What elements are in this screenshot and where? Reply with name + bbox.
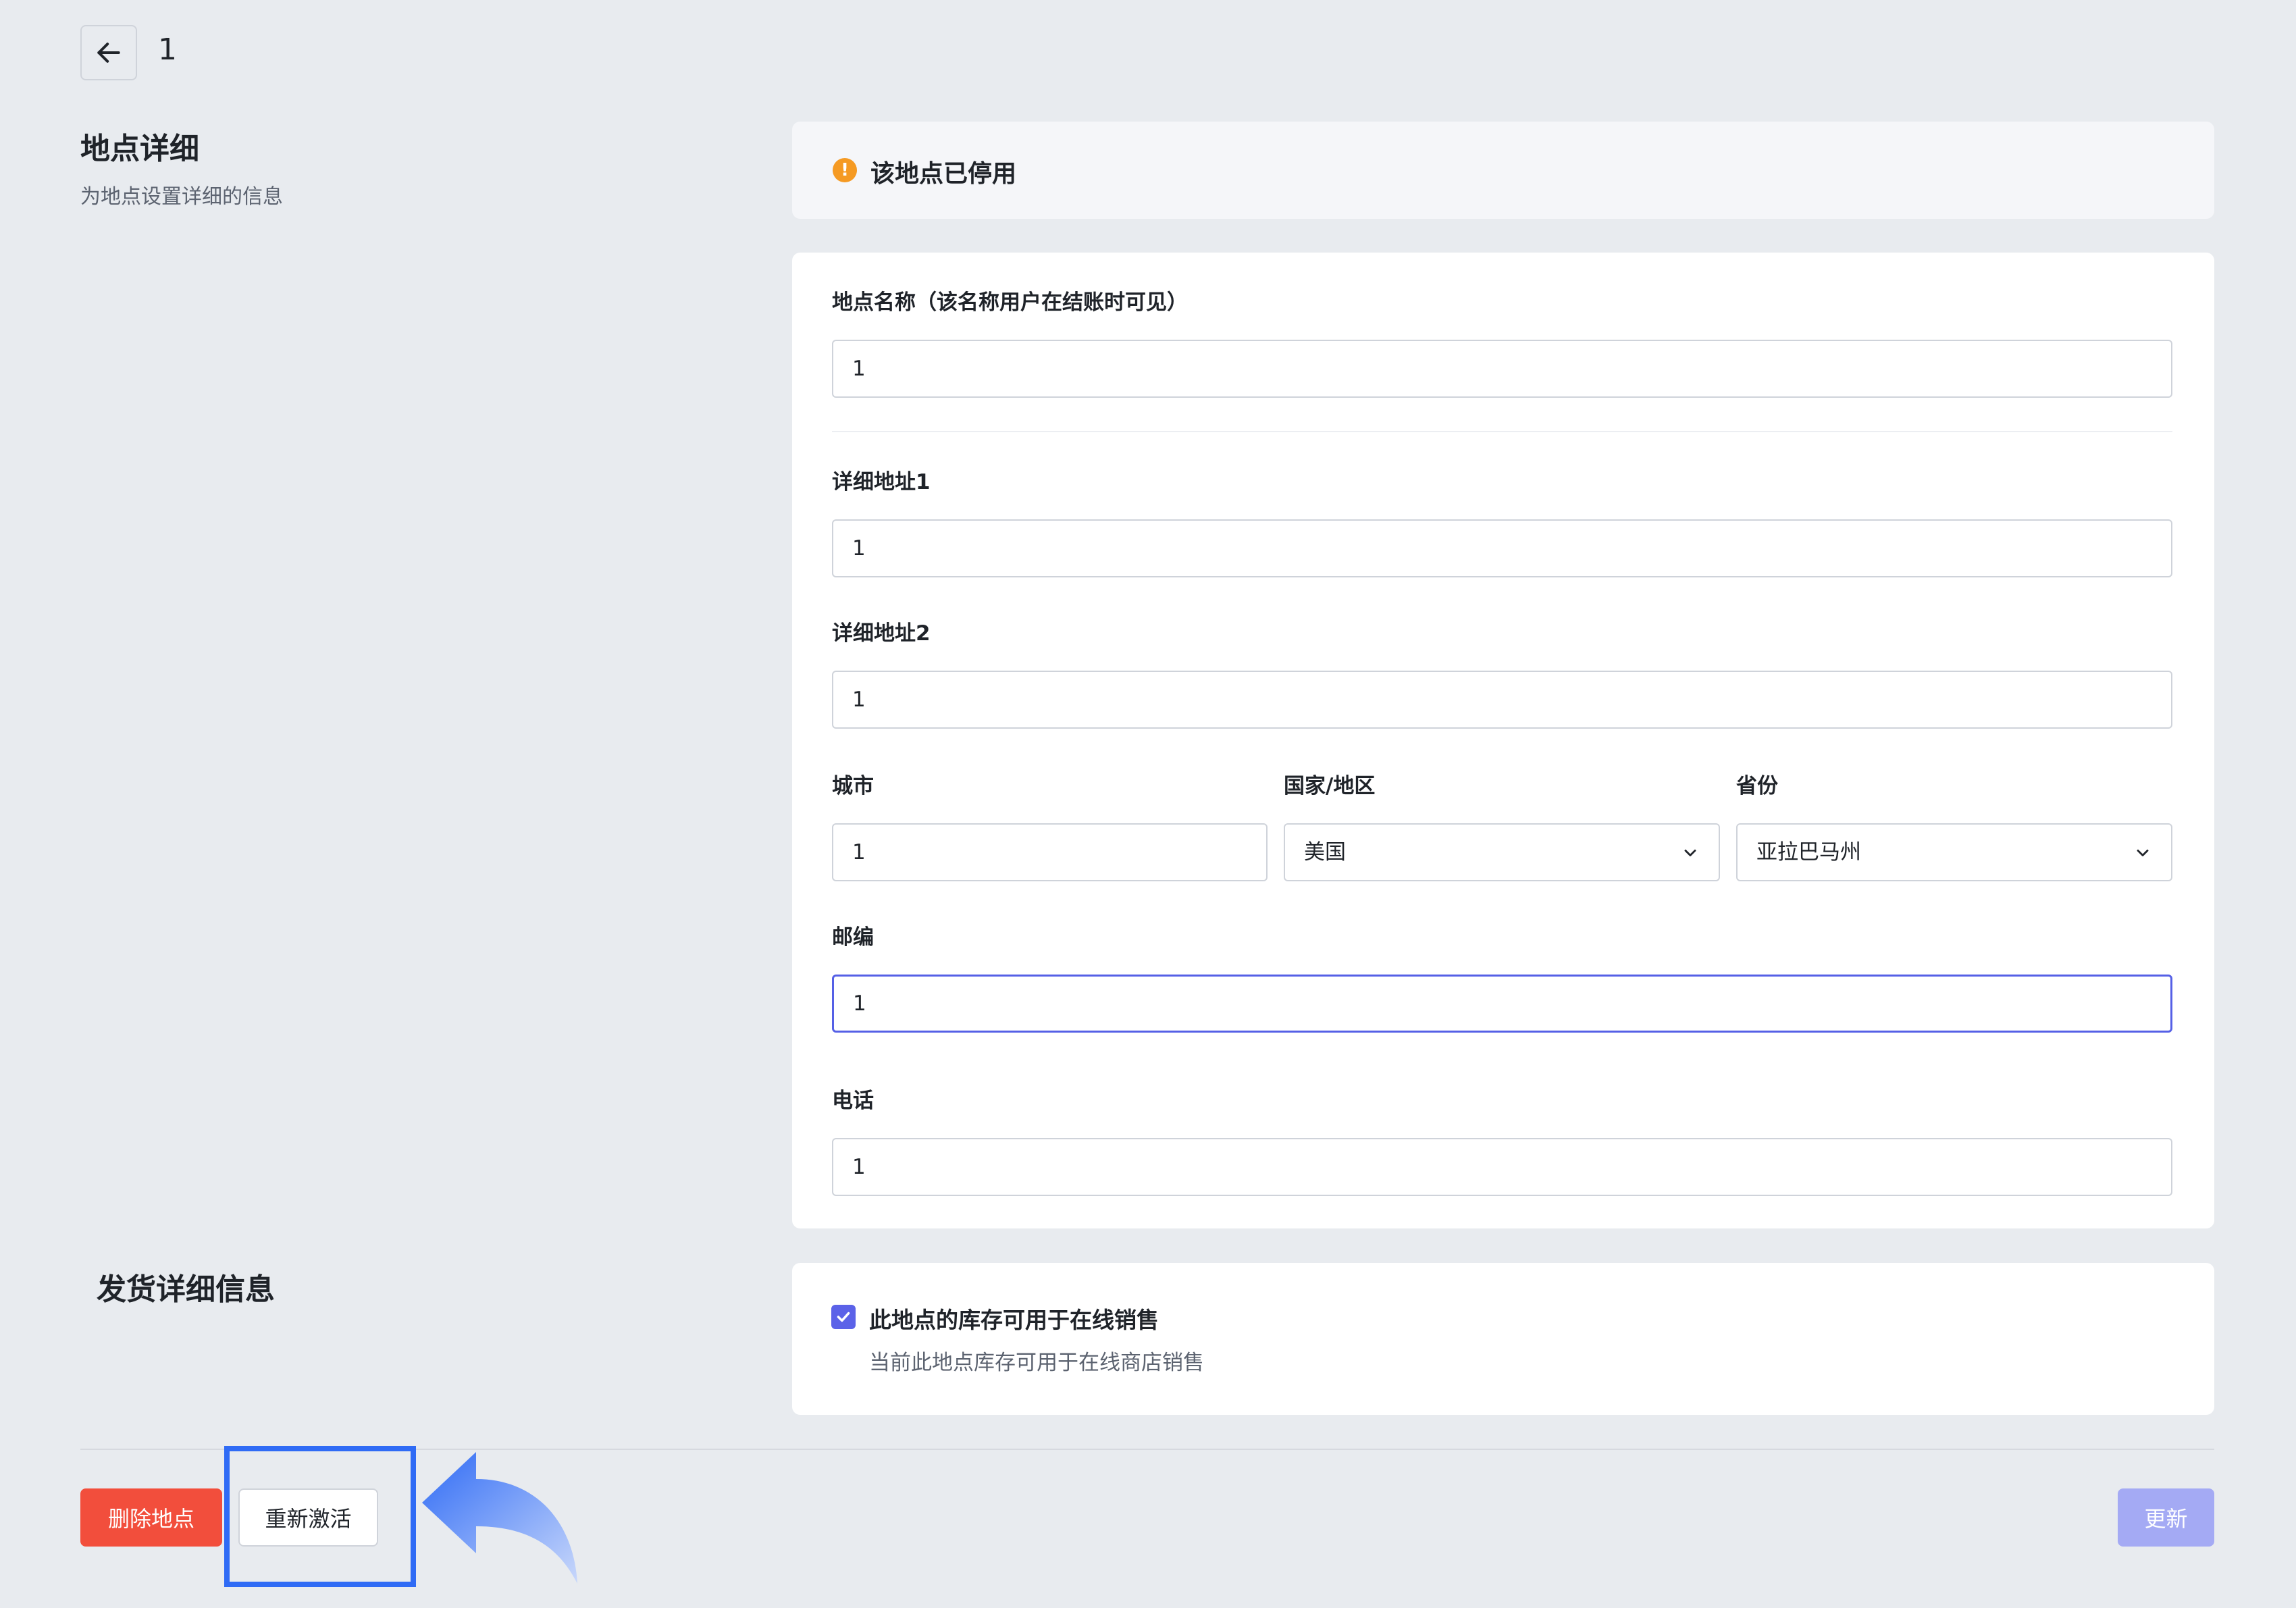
phone-label: 电话 <box>832 1089 874 1113</box>
address2-input[interactable]: 1 <box>832 671 2172 729</box>
location-detail-page: 1 地点详细 为地点设置详细的信息 发货详细信息 ! 该地点已停用 地点名称（该… <box>0 0 2296 1608</box>
deactivated-banner: ! 该地点已停用 <box>792 122 2214 219</box>
chevron-down-icon <box>2137 850 2149 856</box>
shipping-section-title: 发货详细信息 <box>97 1272 275 1307</box>
province-value: 亚拉巴马州 <box>1756 840 1861 864</box>
shipping-card: 此地点的库存可用于在线销售 当前此地点库存可用于在线商店销售 <box>792 1263 2214 1415</box>
city-label: 城市 <box>832 774 874 798</box>
address1-label: 详细地址1 <box>832 470 931 494</box>
banner-text: 该地点已停用 <box>870 160 1017 188</box>
page-title: 1 <box>158 32 177 67</box>
form-divider <box>832 431 2172 432</box>
location-form-card: 地点名称（该名称用户在结账时可见） 1 详细地址1 1 详细地址2 1 城市 1… <box>792 253 2214 1228</box>
online-sales-description: 当前此地点库存可用于在线商店销售 <box>869 1351 1204 1375</box>
zip-input[interactable]: 1 <box>832 975 2172 1033</box>
curved-arrow-icon <box>422 1452 577 1584</box>
location-section-subtitle: 为地点设置详细的信息 <box>80 185 283 209</box>
phone-input[interactable]: 1 <box>832 1138 2172 1196</box>
country-select[interactable]: 美国 <box>1284 823 1720 881</box>
back-button[interactable] <box>80 25 137 80</box>
country-value: 美国 <box>1304 840 1346 864</box>
update-button[interactable]: 更新 <box>2118 1488 2214 1547</box>
country-label: 国家/地区 <box>1284 774 1376 798</box>
highlight-box <box>224 1446 416 1587</box>
address2-label: 详细地址2 <box>832 621 931 646</box>
city-input[interactable]: 1 <box>832 823 1268 881</box>
chevron-down-icon <box>1684 850 1696 856</box>
province-select[interactable]: 亚拉巴马州 <box>1736 823 2172 881</box>
delete-location-button[interactable]: 删除地点 <box>80 1488 222 1547</box>
online-sales-checkbox[interactable] <box>831 1305 856 1329</box>
province-label: 省份 <box>1736 774 1778 798</box>
name-input[interactable]: 1 <box>832 340 2172 398</box>
warning-icon: ! <box>833 158 857 182</box>
check-icon <box>837 1312 850 1322</box>
name-label: 地点名称（该名称用户在结账时可见） <box>832 290 1188 315</box>
zip-label: 邮编 <box>832 925 874 950</box>
online-sales-label[interactable]: 此地点的库存可用于在线销售 <box>869 1302 1159 1334</box>
address1-input[interactable]: 1 <box>832 519 2172 577</box>
arrow-left-icon <box>97 43 120 63</box>
location-section-title: 地点详细 <box>80 132 199 166</box>
